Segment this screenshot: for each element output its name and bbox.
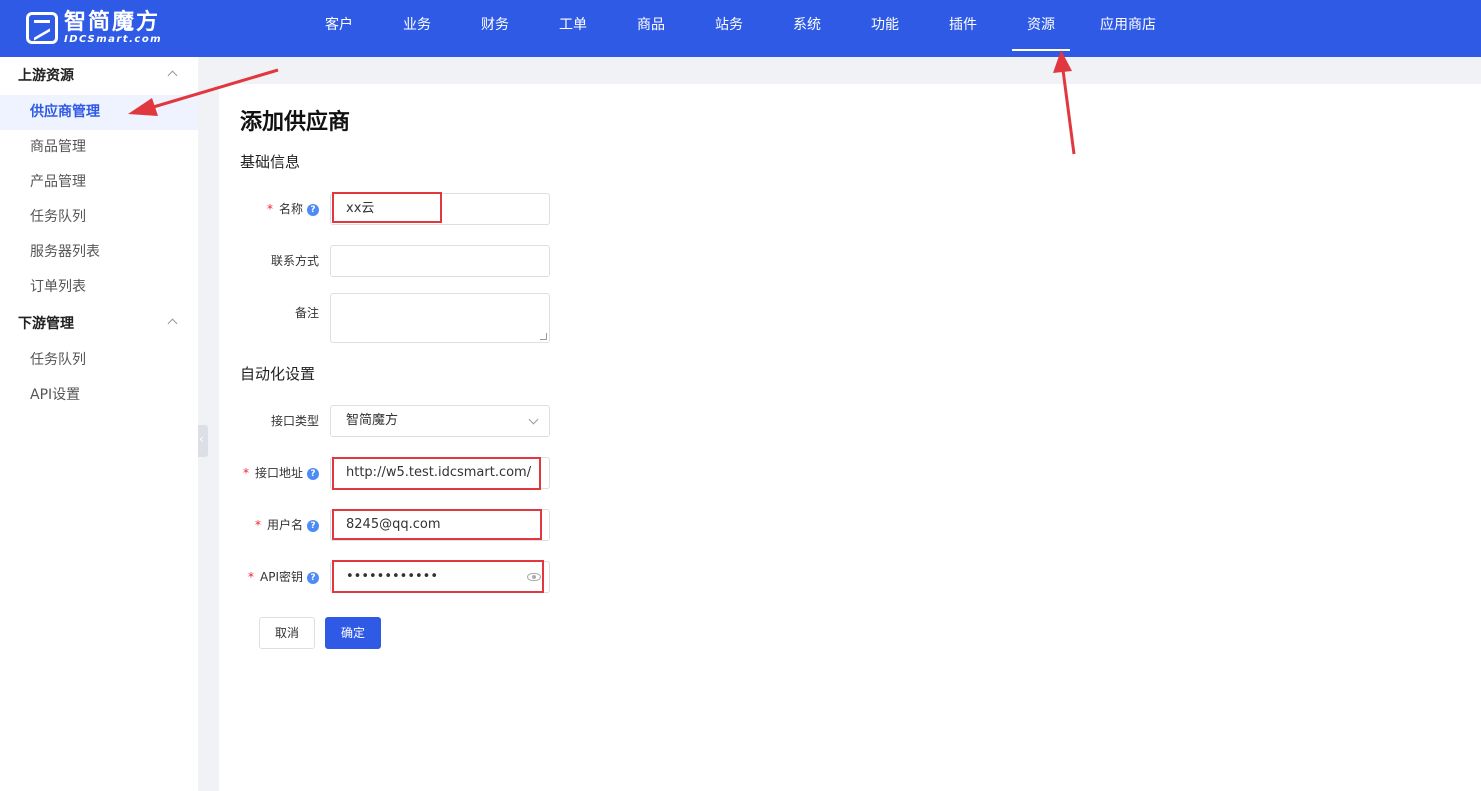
nav-business[interactable]: 业务	[378, 0, 456, 57]
top-header: 智简魔方 IDCSmart.com 客户 业务 财务 工单 商品 站务 系统 功…	[0, 0, 1481, 57]
chevron-up-icon	[167, 70, 178, 81]
sidebar: 上游资源 供应商管理 商品管理 产品管理 任务队列 服务器列表 订单列表 下游管…	[0, 57, 198, 791]
name-input[interactable]: xx云	[330, 193, 550, 225]
remark-label: 备注	[294, 306, 319, 320]
nav-function[interactable]: 功能	[846, 0, 924, 57]
required-mark: *	[248, 570, 254, 584]
main-nav: 客户 业务 财务 工单 商品 站务 系统 功能 插件 资源 应用商店	[300, 0, 1176, 57]
nav-site-affairs[interactable]: 站务	[690, 0, 768, 57]
nav-finance[interactable]: 财务	[456, 0, 534, 57]
brand-logo[interactable]: 智简魔方 IDCSmart.com	[26, 11, 162, 45]
api-key-label: * API密钥?	[219, 569, 319, 585]
api-key-value: ••••••••••••	[346, 569, 439, 584]
sidebar-item-goods-management[interactable]: 商品管理	[0, 130, 198, 165]
interface-url-label: * 接口地址?	[219, 465, 319, 481]
nav-customer[interactable]: 客户	[300, 0, 378, 57]
help-icon[interactable]: ?	[307, 520, 319, 532]
sidebar-item-server-list[interactable]: 服务器列表	[0, 235, 198, 270]
username-label: * 用户名?	[219, 517, 319, 533]
required-mark: *	[254, 518, 261, 532]
contact-input[interactable]	[330, 245, 550, 277]
sidebar-item-order-list[interactable]: 订单列表	[0, 270, 198, 305]
logo-icon	[26, 12, 58, 44]
sidebar-group-upstream[interactable]: 上游资源	[0, 57, 198, 95]
help-icon[interactable]: ?	[307, 572, 319, 584]
eye-icon[interactable]	[527, 573, 541, 581]
interface-url-input[interactable]: http://w5.test.idcsmart.com/	[330, 457, 550, 489]
sidebar-item-task-queue[interactable]: 任务队列	[0, 200, 198, 235]
interface-type-select[interactable]: 智简魔方	[330, 405, 550, 437]
interface-type-value: 智简魔方	[346, 413, 399, 428]
interface-type-label: 接口类型	[270, 414, 319, 428]
nav-plugin[interactable]: 插件	[924, 0, 1002, 57]
sidebar-collapse-handle[interactable]	[198, 425, 208, 457]
api-key-input[interactable]: ••••••••••••	[330, 561, 550, 593]
main-content: 添加供应商 基础信息 * 名称? xx云 联系方式 备注 自动化设置 接口类型 智…	[219, 84, 1481, 791]
sidebar-item-api-settings[interactable]: API设置	[0, 378, 198, 413]
sidebar-item-product-management[interactable]: 产品管理	[0, 165, 198, 200]
nav-ticket[interactable]: 工单	[534, 0, 612, 57]
contact-label: 联系方式	[270, 254, 319, 268]
remark-textarea[interactable]	[330, 293, 550, 343]
required-mark: *	[266, 202, 273, 216]
help-icon[interactable]: ?	[307, 468, 319, 480]
nav-app-store[interactable]: 应用商店	[1080, 0, 1176, 57]
page-title: 添加供应商	[240, 110, 351, 135]
sidebar-group-upstream-label: 上游资源	[18, 68, 74, 84]
brand-name-cn: 智简魔方	[64, 9, 161, 35]
chevron-up-icon	[167, 318, 178, 329]
sidebar-item-supplier-management[interactable]: 供应商管理	[0, 95, 198, 130]
name-label: * 名称?	[219, 201, 319, 217]
nav-system[interactable]: 系统	[768, 0, 846, 57]
nav-resource[interactable]: 资源	[1002, 0, 1080, 57]
sidebar-item-downstream-task-queue[interactable]: 任务队列	[0, 343, 198, 378]
cancel-button[interactable]: 取消	[259, 617, 315, 649]
section-basic-info: 基础信息	[240, 153, 301, 171]
resize-handle-icon[interactable]	[540, 333, 547, 340]
required-mark: *	[242, 466, 249, 480]
sidebar-group-downstream-label: 下游管理	[18, 316, 74, 332]
sidebar-group-downstream[interactable]: 下游管理	[0, 305, 198, 343]
nav-product[interactable]: 商品	[612, 0, 690, 57]
help-icon[interactable]: ?	[307, 204, 319, 216]
chevron-down-icon	[528, 414, 539, 425]
username-input[interactable]: 8245@qq.com	[330, 509, 550, 541]
confirm-button[interactable]: 确定	[325, 617, 381, 649]
brand-name-en: IDCSmart.com	[64, 33, 163, 45]
section-automation-settings: 自动化设置	[240, 365, 316, 383]
